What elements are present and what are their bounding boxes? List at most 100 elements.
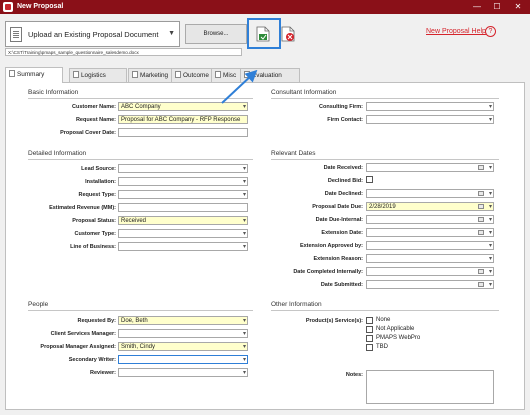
secondary-writer-select[interactable]: ▾ [118, 355, 248, 364]
proposal-date-due-label: Proposal Date Due: [312, 204, 363, 210]
chevron-down-icon: ▾ [242, 179, 246, 185]
calendar-icon[interactable] [478, 191, 484, 196]
misc-tab-icon [215, 71, 221, 78]
date-submitted-input[interactable]: ▾ [366, 280, 494, 289]
chevron-down-icon: ▾ [242, 357, 246, 363]
secondary-writer-label: Secondary Writer: [68, 357, 116, 363]
tab-logistics[interactable]: Logistics [69, 68, 127, 82]
product-checkbox-none[interactable] [366, 317, 373, 324]
minimize-button[interactable]: — [470, 1, 484, 12]
chevron-down-icon: ▾ [242, 370, 246, 376]
proposal-date-due-input[interactable]: 2/28/2019 ▾ [366, 202, 494, 211]
date-received-input[interactable]: ▾ [366, 163, 494, 172]
declined-bid-label: Declined Bid: [327, 178, 363, 184]
client-services-manager-select[interactable]: ▾ [118, 329, 248, 338]
chevron-down-icon: ▾ [488, 282, 492, 288]
installation-select[interactable]: ▾ [118, 177, 248, 186]
customer-name-select[interactable]: ABC Company ▾ [118, 102, 248, 111]
line-of-business-select[interactable]: ▾ [118, 242, 248, 251]
installation-label: Installation: [85, 179, 116, 185]
client-services-manager-label: Client Services Manager: [50, 331, 116, 337]
calendar-icon[interactable] [478, 165, 484, 170]
field-value: 2/28/2019 [369, 204, 396, 210]
chevron-down-icon: ▾ [242, 166, 246, 172]
chevron-down-icon: ▾ [242, 231, 246, 237]
divider [28, 310, 253, 311]
tab-strip: Summary Logistics Marketing Outcome Misc… [5, 67, 525, 83]
extension-approved-by-select[interactable]: ▾ [366, 241, 494, 250]
declined-bid-checkbox[interactable] [366, 176, 373, 183]
customer-type-select[interactable]: ▾ [118, 229, 248, 238]
request-type-label: Request Type: [78, 192, 117, 198]
notes-textarea[interactable] [366, 370, 494, 404]
other-information-group: Other Information Product(s) Service(s):… [271, 301, 499, 406]
lead-source-select[interactable]: ▾ [118, 164, 248, 173]
consultant-information-group: Consultant Information Consulting Firm: … [271, 89, 499, 139]
firm-contact-select[interactable]: ▾ [366, 115, 494, 124]
request-type-select[interactable]: ▾ [118, 190, 248, 199]
extension-date-label: Extension Date: [321, 230, 363, 236]
product-checkbox-tbd[interactable] [366, 344, 373, 351]
date-due-internal-input[interactable]: ▾ [366, 215, 494, 224]
tab-summary[interactable]: Summary [5, 67, 63, 83]
chevron-down-icon: ▾ [488, 117, 492, 123]
date-submitted-label: Date Submitted: [320, 282, 363, 288]
chevron-down-icon: ▾ [488, 204, 492, 210]
chevron-down-icon: ▾ [242, 244, 246, 250]
group-title: Detailed Information [28, 150, 87, 157]
estimated-revenue-input[interactable] [118, 203, 248, 212]
product-checkbox-pmaps-webpro[interactable] [366, 335, 373, 342]
request-name-label: Request Name: [75, 117, 116, 123]
extension-date-input[interactable]: ▾ [366, 228, 494, 237]
chevron-down-icon: ▾ [242, 192, 246, 198]
reviewer-label: Reviewer: [90, 370, 116, 376]
upload-document-select[interactable]: Upload an Existing Proposal Document ▼ [5, 21, 180, 47]
calendar-icon[interactable] [478, 282, 484, 287]
calendar-icon[interactable] [478, 217, 484, 222]
date-completed-internally-input[interactable]: ▾ [366, 267, 494, 276]
tab-label: Misc [223, 72, 237, 79]
customer-name-label: Customer Name: [71, 104, 116, 110]
divider [28, 159, 253, 160]
maximize-button[interactable]: ☐ [490, 1, 504, 12]
requested-by-label: Requested By: [77, 318, 116, 324]
chevron-down-icon: ▾ [488, 104, 492, 110]
outcome-tab-icon [175, 71, 181, 78]
calendar-icon[interactable] [478, 230, 484, 235]
reviewer-select[interactable]: ▾ [118, 368, 248, 377]
proposal-manager-assigned-select[interactable]: Smith, Cindy ▾ [118, 342, 248, 351]
people-group: People Requested By: Doe, Beth ▾ Client S… [28, 301, 253, 381]
extension-reason-select[interactable]: ▾ [366, 254, 494, 263]
browse-button[interactable]: Browse... [185, 24, 247, 44]
help-icon[interactable]: ? [485, 26, 496, 37]
save-document-icon[interactable] [256, 26, 270, 42]
firm-contact-label: Firm Contact: [327, 117, 363, 123]
new-proposal-help-link[interactable]: New Proposal Help [426, 28, 486, 35]
tab-evaluation[interactable]: Evaluation [240, 68, 300, 82]
proposal-status-select[interactable]: Received ▾ [118, 216, 248, 225]
calendar-icon[interactable] [478, 204, 484, 209]
consulting-firm-select[interactable]: ▾ [366, 102, 494, 111]
tab-label: Outcome [183, 72, 209, 79]
requested-by-select[interactable]: Doe, Beth ▾ [118, 316, 248, 325]
close-button[interactable]: ✕ [511, 1, 525, 12]
tab-marketing[interactable]: Marketing [128, 68, 176, 82]
app-icon [3, 2, 13, 12]
date-declined-input[interactable]: ▾ [366, 189, 494, 198]
calendar-icon[interactable] [478, 269, 484, 274]
product-checkbox-not-applicable[interactable] [366, 326, 373, 333]
chevron-down-icon: ▼ [168, 30, 175, 37]
summary-panel: Basic Information Customer Name: ABC Com… [5, 82, 525, 410]
chevron-down-icon: ▾ [242, 331, 246, 337]
chevron-down-icon: ▾ [242, 218, 246, 224]
product-label: None [376, 317, 391, 323]
relevant-dates-group: Relevant Dates Date Received: ▾ Declined… [271, 150, 499, 300]
date-declined-label: Date Declined: [324, 191, 363, 197]
marketing-tab-icon [132, 71, 138, 78]
delete-document-icon[interactable] [281, 26, 295, 42]
product-label: TBD [376, 344, 388, 350]
estimated-revenue-label: Estimated Revenue (MM): [49, 205, 116, 211]
chevron-down-icon: ▾ [488, 191, 492, 197]
request-name-input[interactable]: Proposal for ABC Company - RFP Response [118, 115, 248, 124]
proposal-cover-date-input[interactable] [118, 128, 248, 137]
